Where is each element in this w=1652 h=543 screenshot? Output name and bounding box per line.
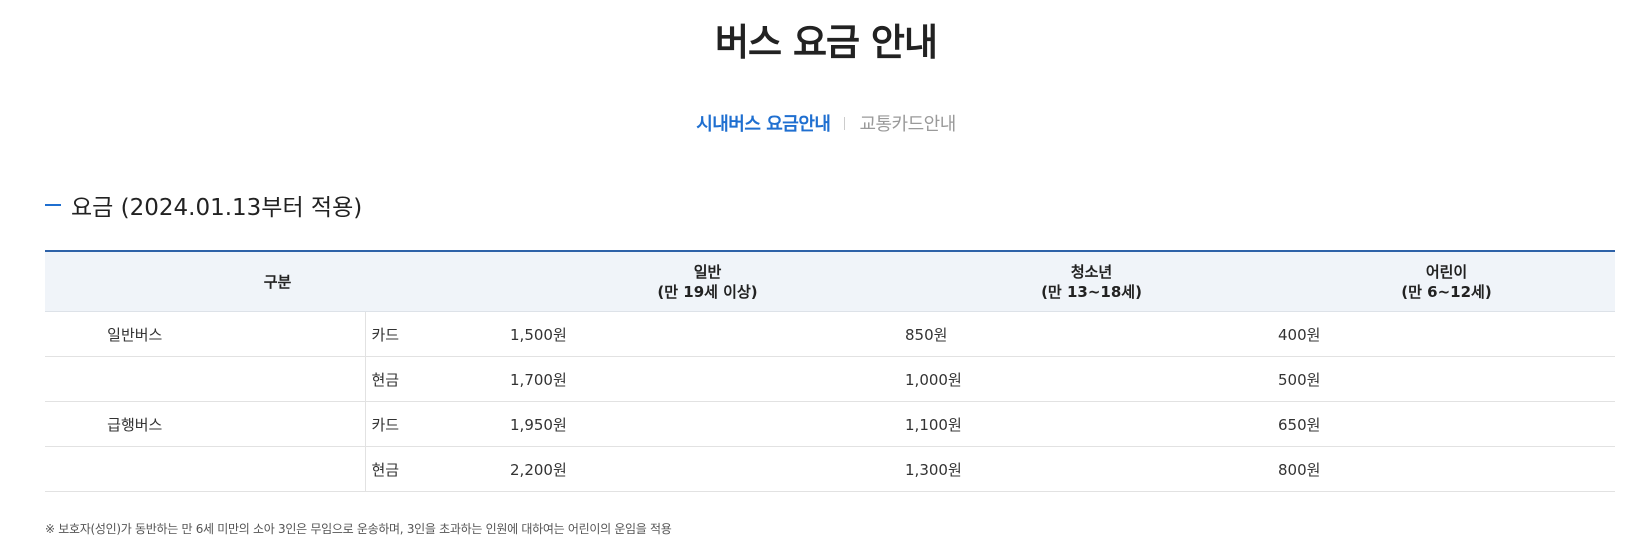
- adult-fare-cell: 2,200원: [510, 446, 906, 492]
- tab-divider: [844, 116, 846, 130]
- adult-fare-cell: 1,500원: [510, 311, 906, 357]
- child-fare-cell: 650원: [1278, 401, 1616, 447]
- payment-cell: 현금: [365, 446, 511, 492]
- bus-type-cell: [45, 446, 366, 492]
- page-title: 버스 요금 안내: [714, 21, 938, 64]
- child-fare-cell: 800원: [1278, 446, 1616, 492]
- header-adult-sub: (만 19세 이상): [657, 282, 758, 301]
- tab-city-bus-fare[interactable]: 시내버스 요금안내: [696, 110, 831, 136]
- header-child: 어린이 (만 6~12세): [1278, 251, 1616, 312]
- bus-type-cell: 급행버스: [45, 401, 366, 447]
- header-adult: 일반 (만 19세 이상): [510, 251, 906, 312]
- section-dash-icon: [45, 204, 61, 206]
- tab-bar: 시내버스 요금안내 교통카드안내: [0, 110, 1652, 136]
- table-row: 일반버스 카드 1,500원 850원 400원: [45, 311, 1616, 357]
- youth-fare-cell: 850원: [905, 311, 1279, 357]
- youth-fare-cell: 1,000원: [905, 356, 1279, 402]
- section-title: 요금 (2024.01.13부터 적용): [45, 188, 362, 222]
- bus-type-cell: [45, 356, 366, 402]
- payment-cell: 카드: [365, 401, 511, 447]
- header-child-sub: (만 6~12세): [1401, 282, 1492, 301]
- bus-type-cell: 일반버스: [45, 311, 366, 357]
- page: 버스 요금 안내 시내버스 요금안내 교통카드안내 요금 (2024.01.13…: [0, 0, 1652, 543]
- adult-fare-cell: 1,950원: [510, 401, 906, 447]
- adult-fare-cell: 1,700원: [510, 356, 906, 402]
- child-fare-cell: 500원: [1278, 356, 1616, 402]
- youth-fare-cell: 1,100원: [905, 401, 1279, 447]
- header-youth-label: 청소년: [1070, 262, 1113, 281]
- table-row: 현금 2,200원 1,300원 800원: [45, 446, 1616, 492]
- header-youth: 청소년 (만 13~18세): [905, 251, 1279, 312]
- fare-note: ※ 보호자(성인)가 동반하는 만 6세 미만의 소아 3인은 무임으로 운송하…: [45, 522, 672, 536]
- header-child-label: 어린이: [1425, 262, 1468, 281]
- header-category: 구분: [45, 251, 511, 312]
- child-fare-cell: 400원: [1278, 311, 1616, 357]
- table-row: 현금 1,700원 1,000원 500원: [45, 356, 1616, 402]
- youth-fare-cell: 1,300원: [905, 446, 1279, 492]
- header-youth-sub: (만 13~18세): [1041, 282, 1142, 301]
- header-adult-label: 일반: [693, 262, 722, 281]
- section-title-text: 요금 (2024.01.13부터 적용): [71, 195, 363, 221]
- payment-cell: 카드: [365, 311, 511, 357]
- table-row: 급행버스 카드 1,950원 1,100원 650원: [45, 401, 1616, 447]
- fare-table: 구분 일반 (만 19세 이상) 청소년 (만 13~18세) 어린이 (만 6…: [45, 250, 1616, 492]
- table-header-row: 구분 일반 (만 19세 이상) 청소년 (만 13~18세) 어린이 (만 6…: [45, 251, 1616, 312]
- tab-transit-card[interactable]: 교통카드안내: [859, 110, 956, 136]
- payment-cell: 현금: [365, 356, 511, 402]
